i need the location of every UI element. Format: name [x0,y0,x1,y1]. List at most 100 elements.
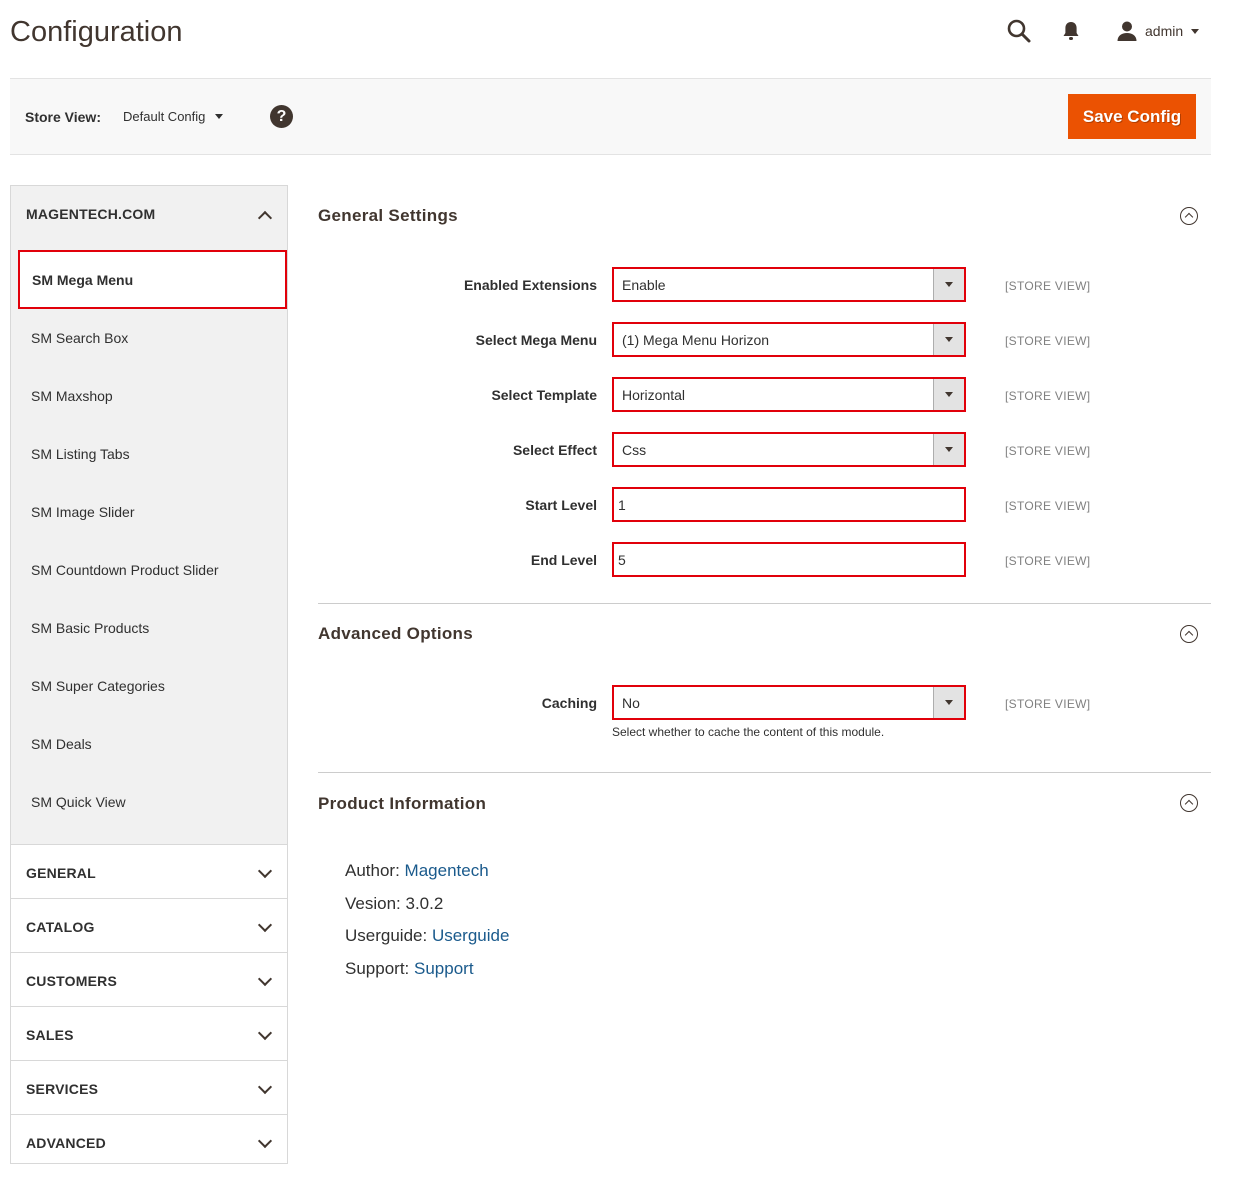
section-divider [318,772,1211,773]
sidebar-item-label: SM Image Slider [31,504,135,520]
info-author: Author: Magentech [345,861,489,881]
dropdown-arrow-icon [933,434,964,465]
field-label: Select Mega Menu [475,332,597,348]
sidebar-item-label: SM Deals [31,736,92,752]
version-value: 3.0.2 [405,894,444,913]
field-label: Start Level [525,497,597,513]
field-label: Select Template [491,387,597,403]
page-title: Configuration [10,16,183,48]
enabled-extensions-select[interactable]: Enable [612,267,966,302]
store-view-bar: Store View: Default Config ? Save Config [10,78,1211,155]
dropdown-arrow-icon [933,379,964,410]
sidebar-group-sales[interactable]: SALES [11,1007,287,1061]
user-icon [1116,20,1138,42]
sidebar-item-label: SM Mega Menu [32,272,134,288]
chevron-down-icon [257,1025,273,1041]
sidebar-group-header[interactable]: MAGENTECH.COM [11,186,287,240]
input-value: 5 [618,552,626,568]
sidebar-group-general[interactable]: GENERAL [11,845,287,899]
sidebar-group-label: GENERAL [26,865,96,881]
end-level-input[interactable]: 5 [612,542,966,577]
store-view-switcher[interactable]: Default Config [123,109,224,124]
section-divider [318,603,1211,604]
info-label: Support: [345,959,410,978]
scope-label: [STORE VIEW] [1005,279,1091,293]
sidebar-item-label: SM Quick View [31,794,126,810]
select-template-select[interactable]: Horizontal [612,377,966,412]
scope-label: [STORE VIEW] [1005,697,1091,711]
sidebar-item-sm-basic-products[interactable]: SM Basic Products [11,599,287,657]
scope-label: [STORE VIEW] [1005,334,1091,348]
dropdown-arrow-icon [933,269,964,300]
select-value: Css [622,442,647,458]
info-support: Support: Support [345,959,474,979]
dropdown-arrow-icon [933,324,964,355]
section-title-product-information[interactable]: Product Information [318,794,486,814]
info-version: Vesion: 3.0.2 [345,894,443,914]
sidebar-item-sm-mega-menu[interactable]: SM Mega Menu [18,250,287,309]
sidebar-group-catalog[interactable]: CATALOG [11,899,287,953]
sidebar-item-sm-super-categories[interactable]: SM Super Categories [11,657,287,715]
sidebar-item-label: SM Search Box [31,330,129,346]
sidebar-item-sm-listing-tabs[interactable]: SM Listing Tabs [11,425,287,483]
sidebar-group-customers[interactable]: CUSTOMERS [11,953,287,1007]
select-value: Enable [622,277,666,293]
caret-down-icon [215,114,224,119]
dropdown-arrow-icon [933,687,964,718]
section-title-advanced-options[interactable]: Advanced Options [318,624,473,644]
scope-label: [STORE VIEW] [1005,389,1091,403]
sidebar-item-sm-maxshop[interactable]: SM Maxshop [11,367,287,425]
sidebar-item-label: SM Maxshop [31,388,113,404]
caching-select[interactable]: No [612,685,966,720]
info-label: Userguide: [345,926,428,945]
section-title[interactable]: General Settings [318,206,458,226]
collapse-icon[interactable] [1180,625,1198,643]
sidebar-item-sm-image-slider[interactable]: SM Image Slider [11,483,287,541]
caret-down-icon [1191,28,1200,34]
sidebar-group-advanced[interactable]: ADVANCED [11,1115,287,1169]
sidebar-item-sm-countdown-product-slider[interactable]: SM Countdown Product Slider [11,541,287,599]
sidebar-item-label: SM Listing Tabs [31,446,130,462]
support-link[interactable]: Support [414,959,474,978]
sidebar-group-label: ADVANCED [26,1135,106,1151]
chevron-down-icon [257,917,273,933]
chevron-down-icon [257,971,273,987]
user-menu[interactable]: admin [1116,18,1200,44]
sidebar-group-magentech: MAGENTECH.COM SM Mega Menu SM Search Box… [11,186,287,845]
scope-label: [STORE VIEW] [1005,499,1091,513]
select-value: No [622,695,640,711]
sidebar-group-label: CATALOG [26,919,95,935]
start-level-input[interactable]: 1 [612,487,966,522]
config-sidebar: MAGENTECH.COM SM Mega Menu SM Search Box… [10,185,288,1164]
store-view-label: Store View: [25,109,101,125]
userguide-link[interactable]: Userguide [432,926,510,945]
sidebar-item-label: SM Super Categories [31,678,165,694]
sidebar-item-sm-deals[interactable]: SM Deals [11,715,287,773]
sidebar-group-label: SALES [26,1027,74,1043]
author-link[interactable]: Magentech [405,861,489,880]
sidebar-item-label: SM Basic Products [31,620,150,636]
sidebar-group-label: MAGENTECH.COM [26,206,156,222]
select-value: Horizontal [622,387,686,403]
chevron-down-icon [257,1133,273,1149]
chevron-up-icon [257,210,273,226]
select-value: (1) Mega Menu Horizon [622,332,770,348]
store-view-value: Default Config [123,109,206,124]
select-effect-select[interactable]: Css [612,432,966,467]
chevron-down-icon [257,863,273,879]
collapse-icon[interactable] [1180,794,1198,812]
bell-icon[interactable] [1060,20,1082,42]
sidebar-item-sm-search-box[interactable]: SM Search Box [11,309,287,367]
sidebar-group-services[interactable]: SERVICES [11,1061,287,1115]
header-actions: admin [1000,14,1230,46]
field-note: Select whether to cache the content of t… [612,725,885,739]
help-icon[interactable]: ? [270,105,293,128]
search-icon[interactable] [1006,18,1032,44]
save-config-button[interactable]: Save Config [1068,94,1196,139]
info-label: Vesion: [345,894,401,913]
scope-label: [STORE VIEW] [1005,554,1091,568]
field-label: Caching [541,695,597,711]
sidebar-item-sm-quick-view[interactable]: SM Quick View [11,773,287,831]
collapse-icon[interactable] [1180,207,1198,225]
select-mega-menu-select[interactable]: (1) Mega Menu Horizon [612,322,966,357]
